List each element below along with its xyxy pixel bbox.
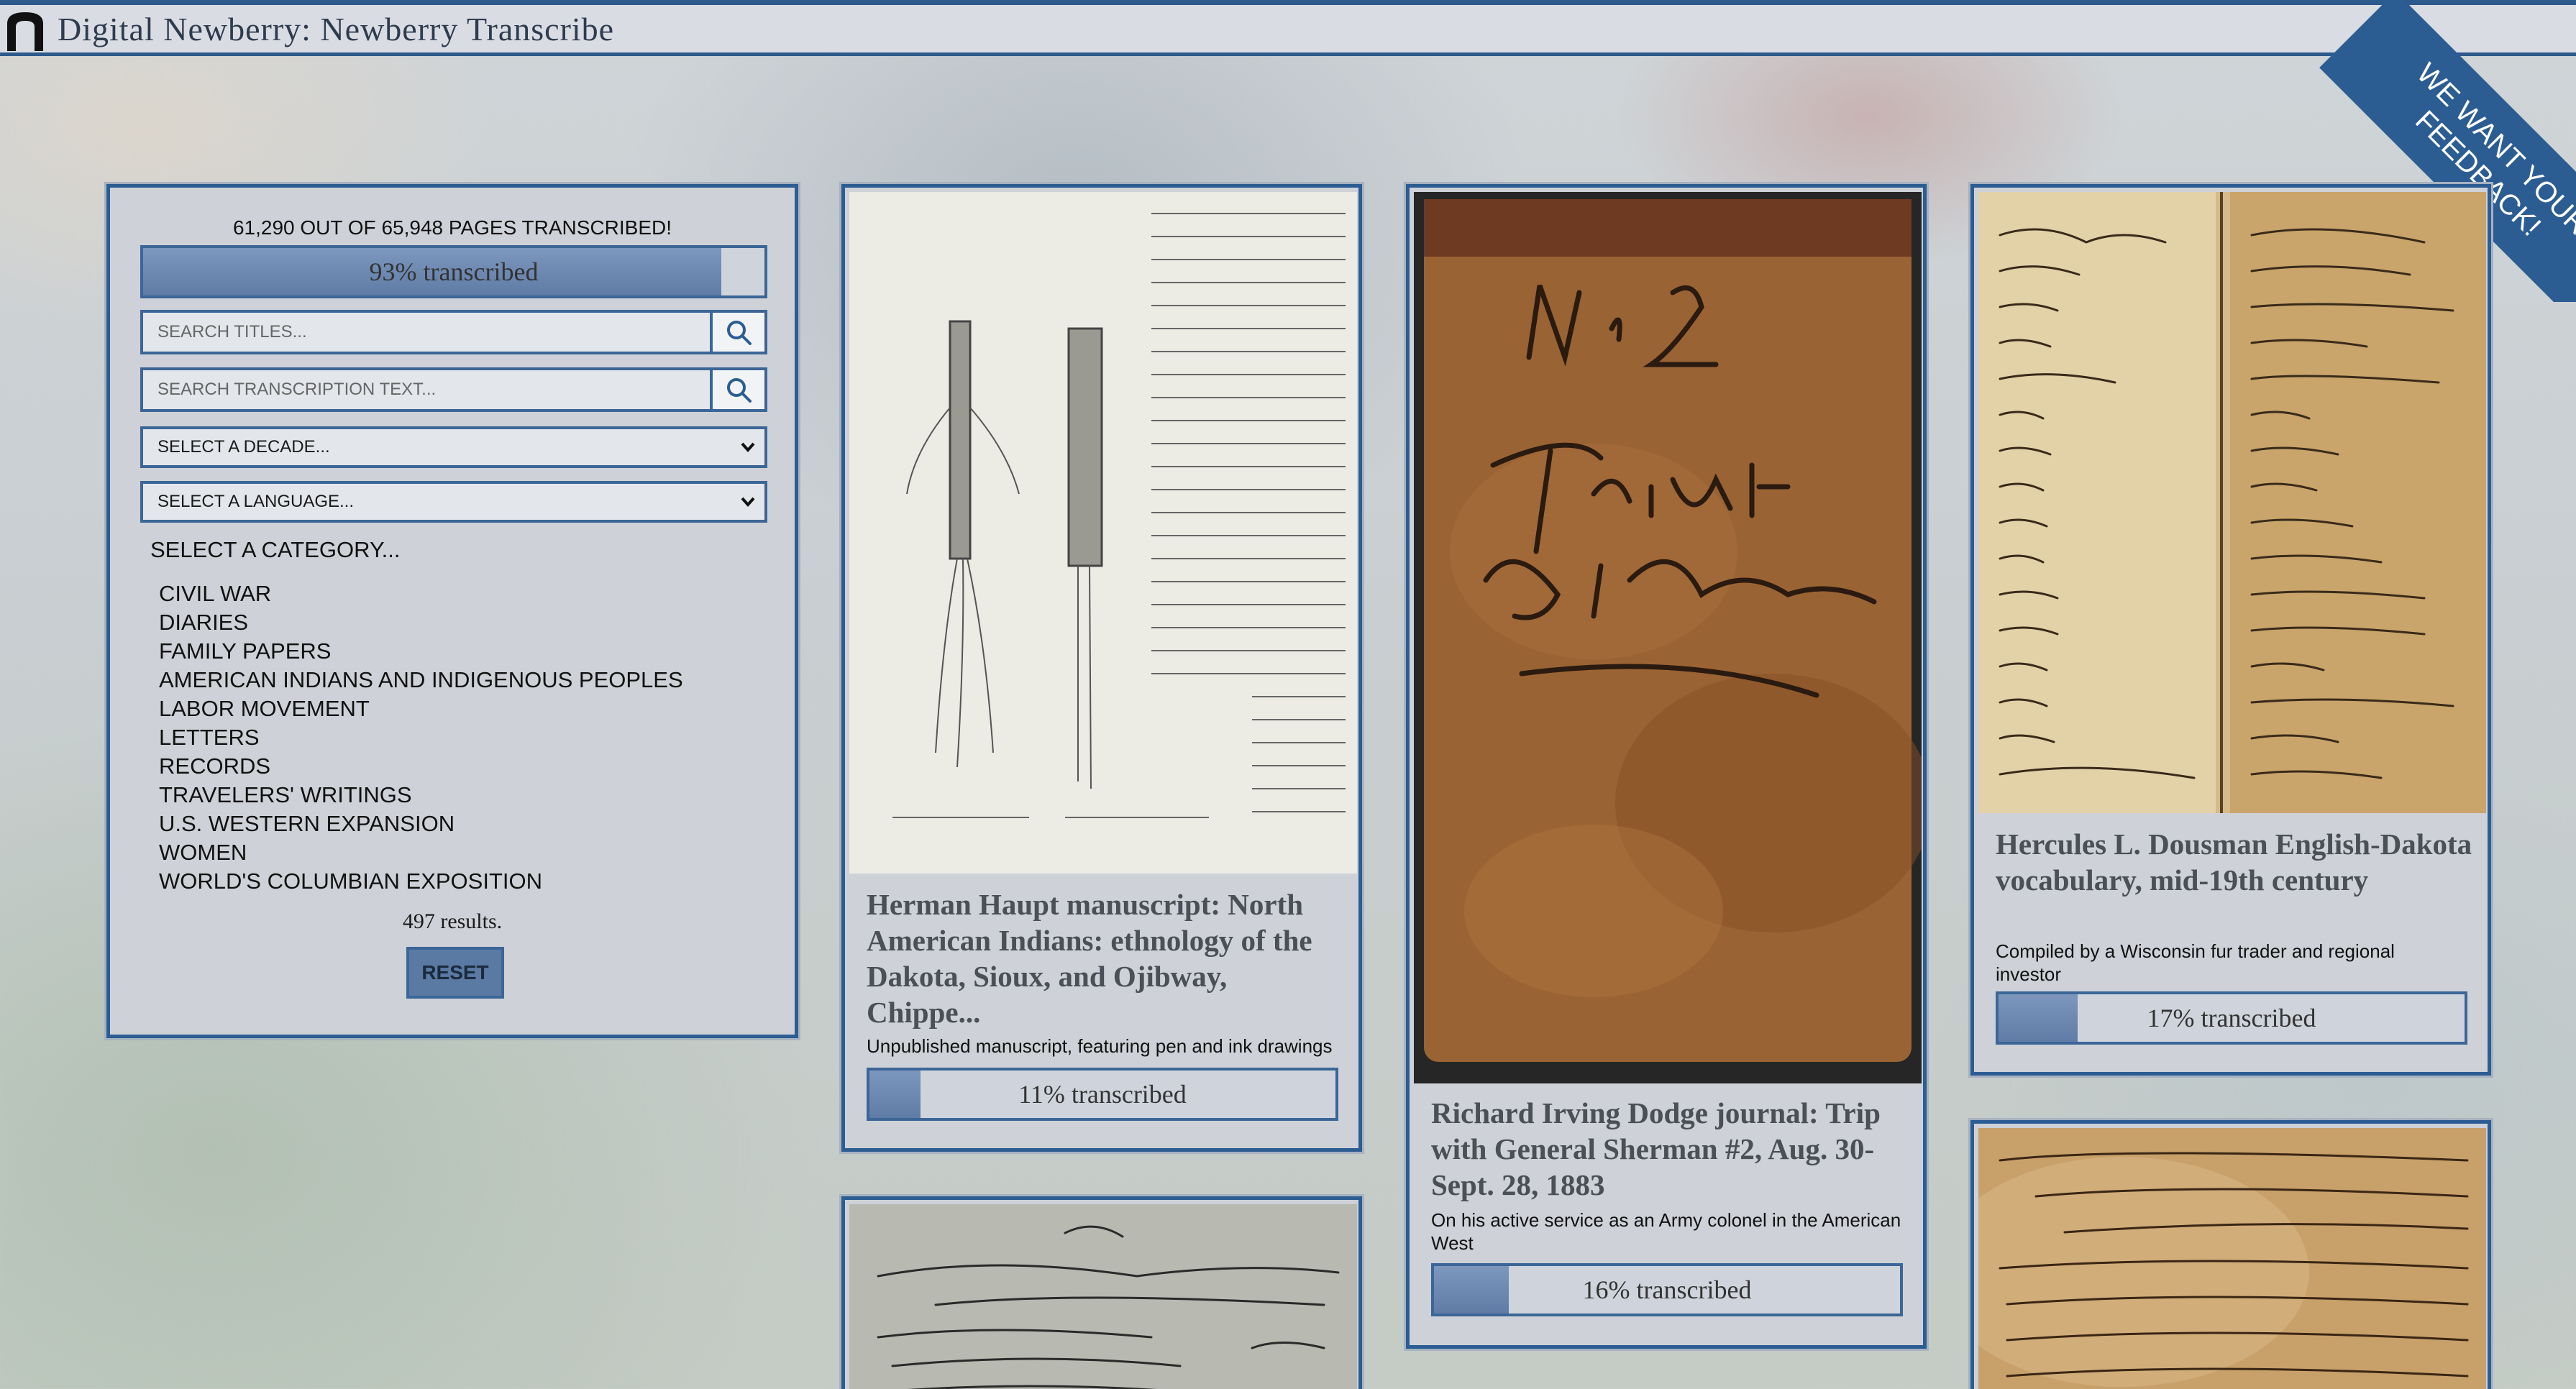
- card-progress-bar: 11% transcribed: [867, 1068, 1338, 1121]
- document-card[interactable]: [1970, 1120, 2491, 1389]
- newberry-logo-icon[interactable]: [4, 6, 50, 51]
- category-item[interactable]: LETTERS: [159, 723, 683, 752]
- category-item[interactable]: RECORDS: [159, 752, 683, 781]
- search-icon: [727, 378, 752, 403]
- category-item[interactable]: DIARIES: [159, 608, 683, 637]
- document-card[interactable]: [841, 1196, 1362, 1389]
- document-thumbnail[interactable]: [1978, 1128, 2486, 1389]
- document-thumbnail[interactable]: [1414, 192, 1922, 1083]
- document-thumbnail[interactable]: [849, 192, 1357, 874]
- category-heading: SELECT A CATEGORY...: [150, 537, 401, 562]
- search-transcription-input[interactable]: [140, 367, 713, 412]
- overall-progress-bar: 93% transcribed: [140, 245, 767, 298]
- chevron-down-icon: [741, 497, 755, 508]
- progress-label: 17% transcribed: [2147, 1004, 2316, 1032]
- card-progress-bar: 17% transcribed: [1996, 991, 2467, 1045]
- decade-select[interactable]: SELECT A DECADE...: [140, 426, 767, 468]
- document-card[interactable]: Herman Haupt manuscript: North American …: [841, 184, 1362, 1152]
- category-item[interactable]: U.S. WESTERN EXPANSION: [159, 810, 683, 838]
- card-title[interactable]: Hercules L. Dousman English-Dakota vocab…: [1996, 826, 2485, 898]
- category-item[interactable]: WOMEN: [159, 838, 683, 867]
- site-title[interactable]: Digital Newberry: Newberry Transcribe: [58, 10, 614, 48]
- category-item[interactable]: FAMILY PAPERS: [159, 637, 683, 666]
- site-header: Digital Newberry: Newberry Transcribe: [0, 0, 2576, 56]
- category-item[interactable]: CIVIL WAR: [159, 579, 683, 608]
- decade-select-value: SELECT A DECADE...: [157, 437, 330, 457]
- search-titles-button[interactable]: [713, 310, 767, 354]
- card-progress-bar: 16% transcribed: [1431, 1263, 1903, 1316]
- search-titles-row: [140, 310, 767, 354]
- category-item[interactable]: TRAVELERS' WRITINGS: [159, 781, 683, 810]
- progress-label: 16% transcribed: [1582, 1275, 1752, 1304]
- results-count: 497 results.: [402, 909, 503, 933]
- pages-summary: 61,290 OUT OF 65,948 PAGES TRANSCRIBED!: [232, 216, 672, 239]
- language-select-value: SELECT A LANGUAGE...: [157, 492, 354, 511]
- search-text-button[interactable]: [713, 367, 767, 412]
- filter-panel: 61,290 OUT OF 65,948 PAGES TRANSCRIBED! …: [106, 184, 798, 1038]
- document-card[interactable]: Hercules L. Dousman English-Dakota vocab…: [1970, 184, 2491, 1076]
- search-icon: [727, 321, 752, 345]
- progress-label: 11% transcribed: [1018, 1080, 1187, 1109]
- document-thumbnail[interactable]: [1978, 192, 2486, 813]
- search-text-row: [140, 367, 767, 412]
- category-item[interactable]: LABOR MOVEMENT: [159, 694, 683, 723]
- card-description: Unpublished manuscript, featuring pen an…: [867, 1035, 1333, 1057]
- card-description: On his active service as an Army colonel…: [1431, 1209, 1901, 1254]
- document-card[interactable]: Richard Irving Dodge journal: Trip with …: [1406, 184, 1927, 1349]
- card-title[interactable]: Richard Irving Dodge journal: Trip with …: [1431, 1095, 1920, 1203]
- progress-label: 93% transcribed: [369, 257, 539, 286]
- search-titles-input[interactable]: [140, 310, 713, 354]
- card-title[interactable]: Herman Haupt manuscript: North American …: [867, 886, 1341, 1030]
- category-item[interactable]: AMERICAN INDIANS AND INDIGENOUS PEOPLES: [159, 666, 683, 694]
- reset-button[interactable]: RESET: [406, 947, 504, 999]
- document-thumbnail[interactable]: [849, 1204, 1357, 1389]
- category-item[interactable]: WORLD'S COLUMBIAN EXPOSITION: [159, 867, 683, 896]
- card-description: Compiled by a Wisconsin fur trader and r…: [1996, 940, 2395, 985]
- chevron-down-icon: [741, 442, 755, 453]
- language-select[interactable]: SELECT A LANGUAGE...: [140, 481, 767, 523]
- category-list: CIVIL WAR DIARIES FAMILY PAPERS AMERICAN…: [159, 579, 683, 896]
